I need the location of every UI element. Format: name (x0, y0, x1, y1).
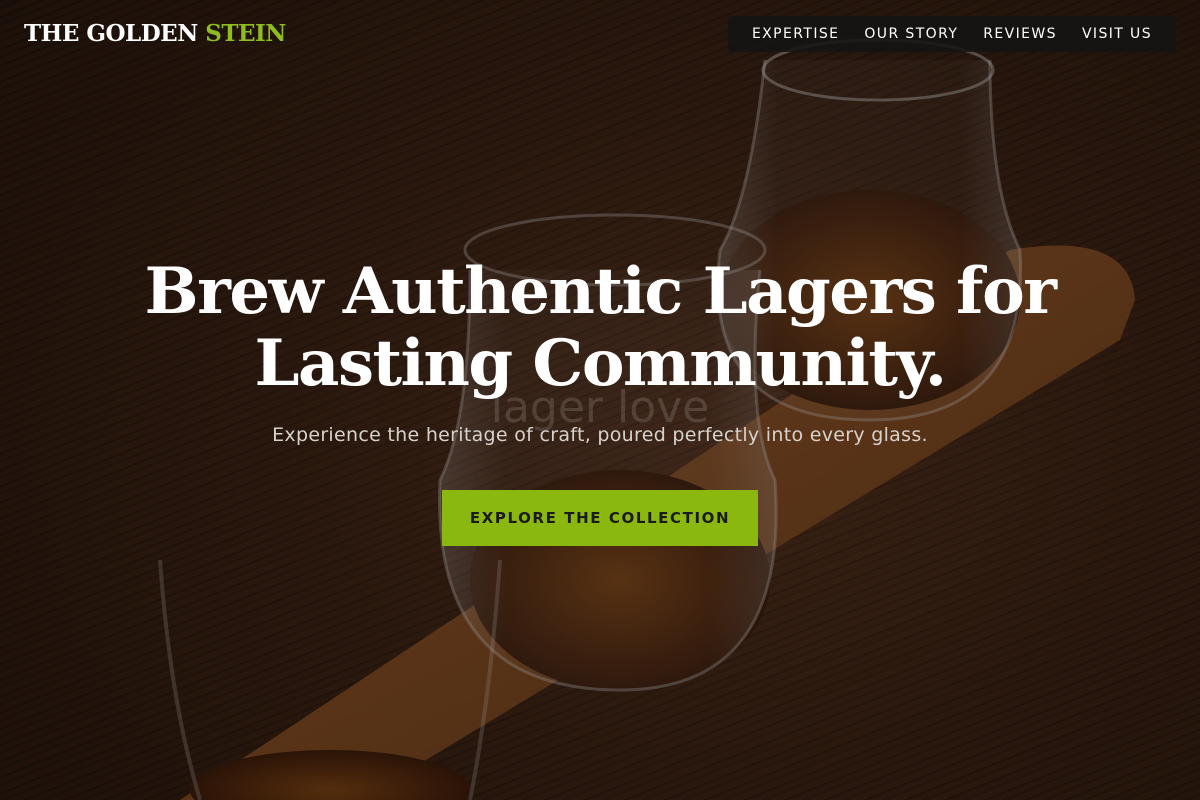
main-navigation: EXPERTISE OUR STORY REVIEWS VISIT US (727, 16, 1176, 52)
brand-logo[interactable]: THE GOLDEN STEIN (24, 20, 286, 47)
brand-name-accent: STEIN (205, 20, 286, 47)
nav-item-reviews[interactable]: REVIEWS (983, 26, 1057, 42)
brand-name-main: THE GOLDEN (24, 20, 198, 47)
nav-item-visit-us[interactable]: VISIT US (1082, 26, 1152, 42)
hero-headline-line1: Brew Authentic Lagers for (144, 254, 1057, 329)
nav-item-our-story[interactable]: OUR STORY (864, 26, 958, 42)
hero-section: THE GOLDEN STEIN EXPERTISE OUR STORY REV… (0, 0, 1200, 800)
hero-subtitle: Experience the heritage of craft, poured… (272, 424, 928, 446)
explore-collection-button[interactable]: EXPLORE THE COLLECTION (442, 490, 758, 546)
nav-item-expertise[interactable]: EXPERTISE (752, 26, 839, 42)
hero-headline: Brew Authentic Lagers for Lasting Commun… (0, 256, 1200, 400)
hero-headline-line2: Lasting Community. (254, 326, 947, 401)
